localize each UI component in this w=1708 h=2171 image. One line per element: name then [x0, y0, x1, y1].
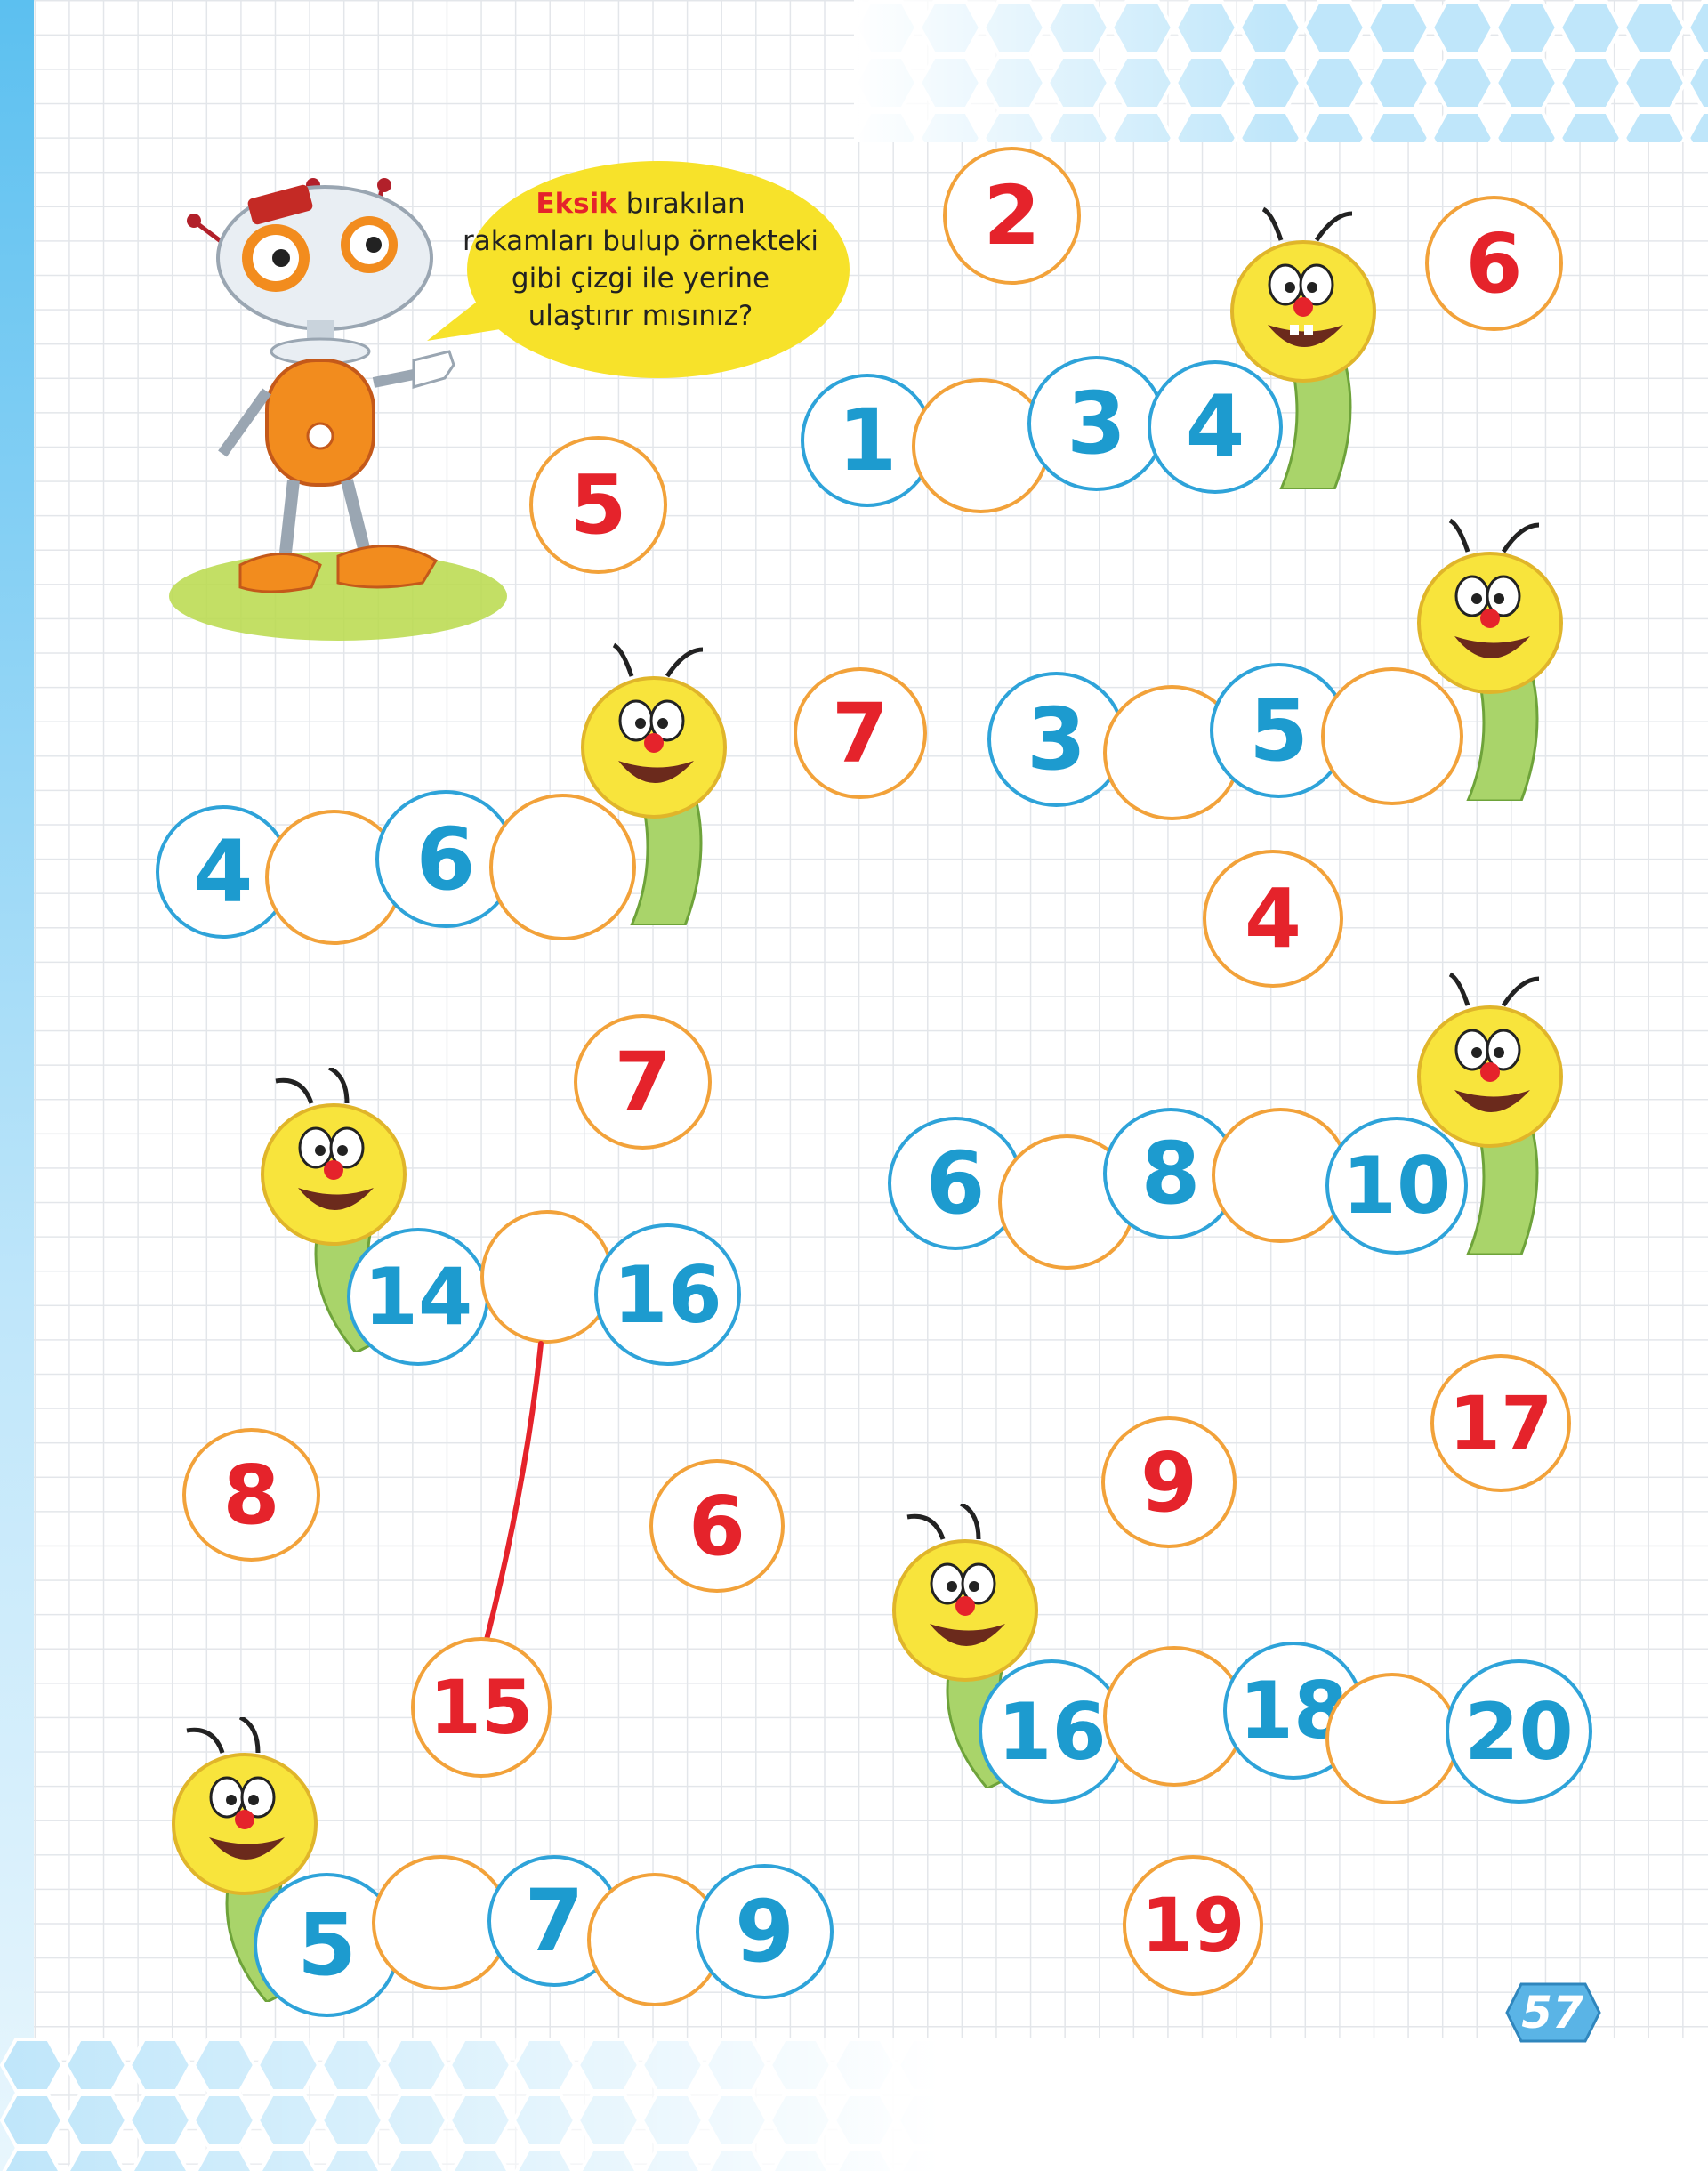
empty-answer-slot[interactable] — [489, 794, 636, 940]
sequence-number: 4 — [1148, 360, 1283, 494]
answer-number[interactable]: 7 — [794, 667, 927, 799]
answer-number[interactable]: 5 — [529, 436, 667, 574]
page-number-badge: 57 — [1503, 1982, 1601, 2043]
left-decor-strip — [0, 0, 34, 2171]
answer-number[interactable]: 19 — [1123, 1855, 1263, 1996]
answer-number[interactable]: 15 — [411, 1637, 552, 1778]
sequence-number: 20 — [1446, 1659, 1592, 1804]
answer-number[interactable]: 4 — [1203, 850, 1343, 988]
sequence-number: 10 — [1325, 1117, 1468, 1255]
hexagon-pattern-top — [854, 0, 1708, 142]
instruction-line3: gibi çizgi ile yerine — [511, 262, 770, 295]
empty-answer-slot[interactable] — [912, 378, 1050, 513]
answer-number[interactable]: 6 — [1425, 196, 1563, 331]
answer-number[interactable]: 2 — [943, 147, 1081, 285]
instruction-highlight: Eksik — [536, 188, 617, 220]
empty-answer-slot[interactable] — [1325, 1673, 1459, 1804]
answer-number[interactable]: 7 — [574, 1014, 712, 1150]
sequence-number: 16 — [594, 1223, 741, 1366]
instruction-line1: bırakılan — [616, 188, 745, 220]
instruction-text: Eksik bırakılan rakamları bulup örnektek… — [436, 185, 845, 335]
answer-number[interactable]: 6 — [649, 1459, 785, 1593]
empty-answer-slot[interactable] — [1321, 667, 1463, 805]
sequence-number: 9 — [696, 1864, 834, 1999]
instruction-line2: rakamları bulup örnekteki — [463, 225, 818, 257]
sequence-number: 3 — [1027, 356, 1165, 491]
answer-number[interactable]: 17 — [1430, 1354, 1571, 1492]
empty-answer-slot[interactable] — [480, 1210, 614, 1344]
hexagon-pattern-bottom — [0, 2038, 1708, 2171]
answer-number[interactable]: 9 — [1101, 1416, 1237, 1548]
page-number: 57 — [1521, 1987, 1583, 2038]
answer-number[interactable]: 8 — [182, 1428, 320, 1562]
sequence-number: 16 — [979, 1659, 1125, 1804]
example-connector-line — [478, 1341, 544, 1667]
instruction-line4: ulaştırır mısınız? — [528, 300, 753, 332]
